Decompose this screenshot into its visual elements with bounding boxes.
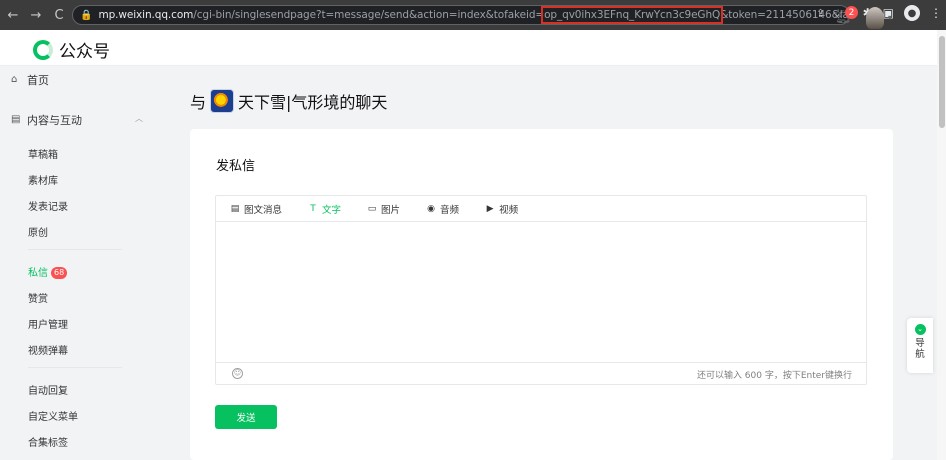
forward-icon[interactable]: → <box>26 5 46 25</box>
messages-count-badge: 68 <box>51 267 68 279</box>
page-title: 与 天下雪|气形境的聊天 <box>190 89 387 113</box>
sidebar-item-appreciation[interactable]: 赞赏 <box>28 290 48 305</box>
sidebar-item-label: 首页 <box>27 74 49 87</box>
contact-name: 天下雪|气形境的聊天 <box>238 93 388 112</box>
sidebar-divider <box>28 249 122 250</box>
sidebar-item-original[interactable]: 原创 <box>28 224 48 239</box>
contact-avatar <box>210 89 235 113</box>
address-bar[interactable]: 🔒 mp.weixin.qq.com/cgi-bin/singlesendpag… <box>72 5 850 25</box>
scrollbar-thumb[interactable] <box>939 36 945 128</box>
image-icon: ▭ <box>367 203 377 214</box>
url-text[interactable]: mp.weixin.qq.com/cgi-bin/singlesendpage?… <box>98 6 849 24</box>
document-icon: ▤ <box>11 114 21 125</box>
send-button[interactable]: 发送 <box>215 405 277 429</box>
sidebar-item-home[interactable]: ⌂ 首页 <box>11 72 49 88</box>
tab-label: 视频 <box>499 204 519 216</box>
tab-label: 文字 <box>322 204 342 216</box>
tab-label: 音频 <box>440 204 460 216</box>
sidebar-group-content[interactable]: ▤ 内容与互动 <box>11 112 82 128</box>
chat-title-prefix: 与 <box>190 93 207 112</box>
reload-icon[interactable]: C <box>49 5 69 25</box>
tab-text[interactable]: T 文字 <box>308 202 341 216</box>
compose-title: 发私信 <box>216 159 256 174</box>
logo[interactable]: 公众号 <box>33 37 110 62</box>
lock-icon[interactable]: 🔒 <box>80 7 92 23</box>
sidebar-item-messages[interactable]: 私信 68 <box>28 264 68 279</box>
sidebar-item-publish-history[interactable]: 发表记录 <box>28 198 68 213</box>
back-icon[interactable]: ← <box>3 5 23 25</box>
message-editor: ▤ 图文消息 T 文字 ▭ 图片 ◉ 音频 ▶ 视频 ☺ 还可以输入 600 字… <box>215 195 867 385</box>
tab-image[interactable]: ▭ 图片 <box>367 202 400 216</box>
text-icon: T <box>310 203 316 214</box>
audio-icon: ◉ <box>427 203 435 214</box>
message-type-tabs: ▤ 图文消息 T 文字 ▭ 图片 ◉ 音频 ▶ 视频 <box>216 196 866 222</box>
sidebar-item-custom-menu[interactable]: 自定义菜单 <box>28 408 78 423</box>
guide-float-button[interactable]: ⌄ 导航 <box>907 318 933 373</box>
sidebar-item-label: 私信 <box>28 268 48 279</box>
url-host: mp.weixin.qq.com <box>98 9 194 21</box>
message-textarea[interactable] <box>216 223 866 361</box>
editor-footer: ☺ 还可以输入 600 字，按下Enter键换行 <box>216 362 866 384</box>
browser-menu-icon[interactable]: ⋮ <box>930 6 942 20</box>
app-header: 公众号 <box>0 30 946 66</box>
logo-text: 公众号 <box>59 42 110 62</box>
sidebar-item-auto-reply[interactable]: 自动回复 <box>28 382 68 397</box>
video-icon: ▶ <box>486 203 494 214</box>
tab-label: 图文消息 <box>244 204 283 216</box>
browser-toolbar: ← → C 🔒 mp.weixin.qq.com/cgi-bin/singles… <box>0 0 946 30</box>
avatar[interactable] <box>866 7 884 29</box>
guide-label: 导航 <box>915 338 925 360</box>
document-icon: ▤ <box>230 203 240 214</box>
sidebar-item-drafts[interactable]: 草稿箱 <box>28 146 58 161</box>
notification-badge: 2 <box>845 6 858 19</box>
sidebar-item-materials[interactable]: 素材库 <box>28 172 58 187</box>
emoji-icon[interactable]: ☺ <box>232 368 243 379</box>
sidebar-item-user-management[interactable]: 用户管理 <box>28 316 68 331</box>
tab-label: 图片 <box>381 204 401 216</box>
sidebar-item-video-danmaku[interactable]: 视频弹幕 <box>28 342 68 357</box>
tab-video[interactable]: ▶ 视频 <box>485 202 518 216</box>
chevron-up-icon[interactable]: ︿ <box>135 113 143 124</box>
home-icon: ⌂ <box>11 74 18 85</box>
sidebar-group-label: 内容与互动 <box>27 114 82 127</box>
sidebar-item-collection-tags[interactable]: 合集标签 <box>28 434 68 449</box>
profile-icon[interactable]: ● <box>904 5 920 21</box>
url-path: /cgi-bin/singlesendpage?t=message/send&a… <box>193 9 545 21</box>
tab-article[interactable]: ▤ 图文消息 <box>230 202 282 216</box>
chevron-down-icon: ⌄ <box>914 324 926 335</box>
share-icon[interactable]: ⇪ <box>816 7 825 20</box>
url-highlighted-id: op_qv0ihx3EFnq_KrwYcn3c9eGhQ <box>541 6 724 24</box>
tab-audio[interactable]: ◉ 音频 <box>426 202 459 216</box>
sidebar-divider <box>28 367 122 368</box>
char-counter: 还可以输入 600 字，按下Enter键换行 <box>696 371 852 381</box>
chevron-down-icon[interactable]: ▾ <box>888 13 892 22</box>
compose-card: 发私信 ▤ 图文消息 T 文字 ▭ 图片 ◉ 音频 ▶ 视频 ☺ 还可以输入 6… <box>190 129 893 460</box>
wechat-official-logo-icon <box>33 39 53 60</box>
